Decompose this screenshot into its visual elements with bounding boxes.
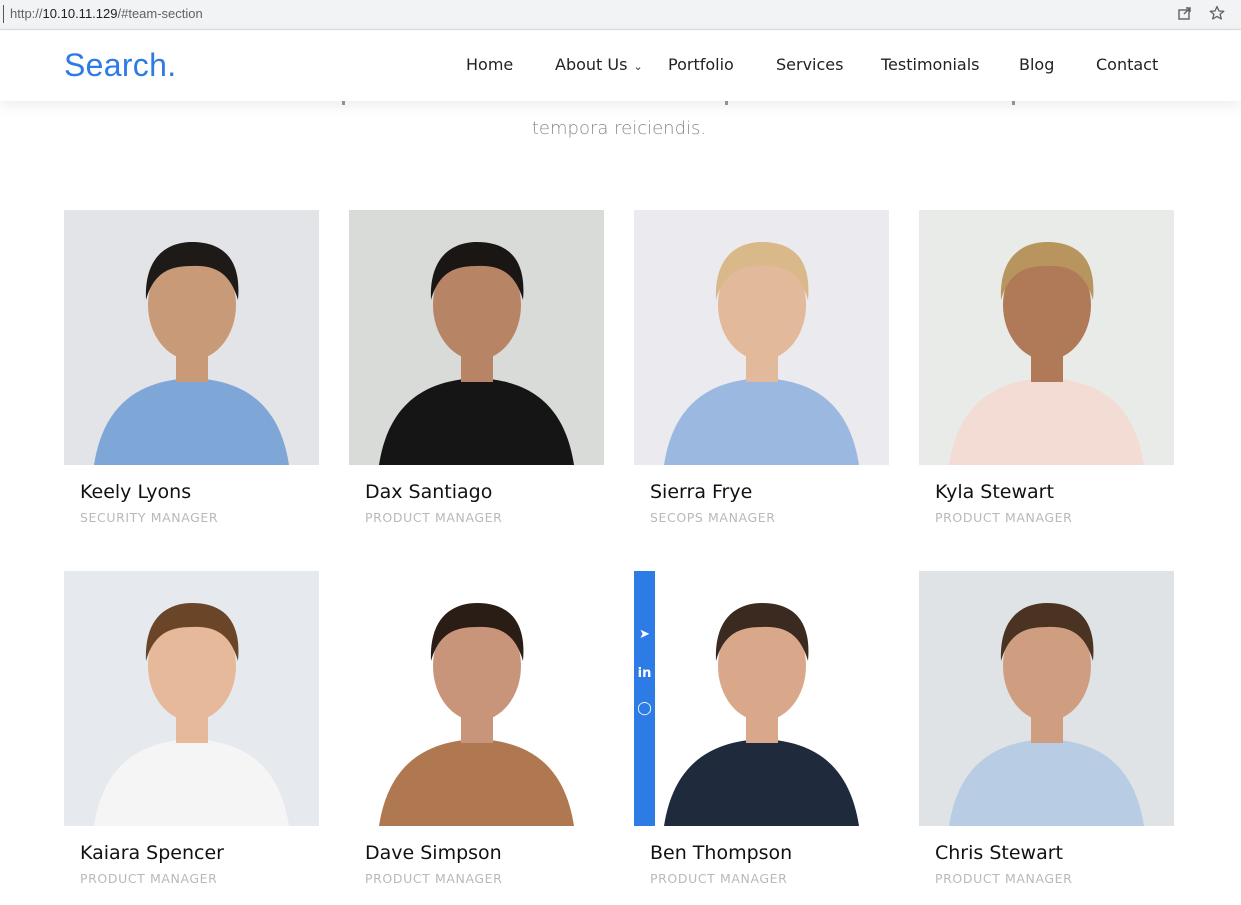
portrait-image	[634, 210, 889, 465]
url-host: 10.10.11.129	[42, 6, 118, 21]
team-member-name: Dave Simpson	[365, 842, 502, 864]
team-member-name: Kyla Stewart	[935, 481, 1054, 503]
team-member-photo[interactable]	[349, 571, 604, 826]
instagram-icon[interactable]: ◯	[634, 701, 655, 716]
nav-services[interactable]: Services	[776, 55, 843, 74]
nav-about-us[interactable]: About Us ⌄	[555, 55, 643, 74]
portrait-image	[349, 571, 604, 826]
team-member-role: PRODUCT MANAGER	[365, 871, 503, 886]
team-member-role: PRODUCT MANAGER	[935, 510, 1073, 525]
site-header: Search. Home About Us ⌄ Portfolio Service…	[0, 31, 1241, 101]
portrait-image	[919, 210, 1174, 465]
nav-blog[interactable]: Blog	[1019, 55, 1054, 74]
nav-portfolio[interactable]: Portfolio	[668, 55, 734, 74]
portrait-image	[349, 210, 604, 465]
team-member-name: Sierra Frye	[650, 481, 753, 503]
team-member-photo[interactable]	[919, 210, 1174, 465]
nav-contact[interactable]: Contact	[1096, 55, 1158, 74]
team-member-photo[interactable]	[919, 571, 1174, 826]
chevron-down-icon: ⌄	[633, 60, 643, 73]
team-member-photo[interactable]	[64, 210, 319, 465]
site-logo[interactable]: Search.	[64, 47, 176, 84]
portrait-image	[919, 571, 1174, 826]
team-member-name: Chris Stewart	[935, 842, 1063, 864]
portrait-image	[64, 571, 319, 826]
nav-home[interactable]: Home	[466, 55, 513, 74]
team-member-name: Ben Thompson	[650, 842, 793, 864]
portrait-image	[634, 571, 889, 826]
browser-address-bar[interactable]: http://10.10.11.129/#team-section	[0, 0, 1241, 30]
share-icon[interactable]	[1175, 5, 1195, 25]
nav-about-us-label: About Us	[555, 55, 628, 74]
text-caret	[3, 5, 4, 23]
url-text[interactable]: http://10.10.11.129/#team-section	[10, 6, 203, 21]
nav-testimonials[interactable]: Testimonials	[881, 55, 980, 74]
bookmark-star-icon[interactable]	[1207, 5, 1227, 25]
team-member-photo[interactable]: ➤ in ◯	[634, 571, 889, 826]
team-intro-text: tempora reiciendis.	[531, 118, 707, 139]
team-member-name: Dax Santiago	[365, 481, 493, 503]
portrait-image	[64, 210, 319, 465]
team-member-photo[interactable]	[634, 210, 889, 465]
social-links-panel: ➤ in ◯	[634, 571, 655, 826]
team-member-role: PRODUCT MANAGER	[650, 871, 788, 886]
team-member-role: SECURITY MANAGER	[80, 510, 219, 525]
team-member-role: SECOPS MANAGER	[650, 510, 776, 525]
url-path: /#team-section	[117, 6, 203, 21]
team-member-photo[interactable]	[64, 571, 319, 826]
team-member-role: PRODUCT MANAGER	[80, 871, 218, 886]
team-member-name: Kaiara Spencer	[80, 842, 224, 864]
linkedin-icon[interactable]: in	[634, 666, 655, 681]
url-scheme: http://	[10, 6, 43, 21]
team-member-role: PRODUCT MANAGER	[935, 871, 1073, 886]
team-member-role: PRODUCT MANAGER	[365, 510, 503, 525]
team-member-photo[interactable]	[349, 210, 604, 465]
team-member-name: Keely Lyons	[80, 481, 192, 503]
twitter-icon[interactable]: ➤	[634, 627, 655, 642]
